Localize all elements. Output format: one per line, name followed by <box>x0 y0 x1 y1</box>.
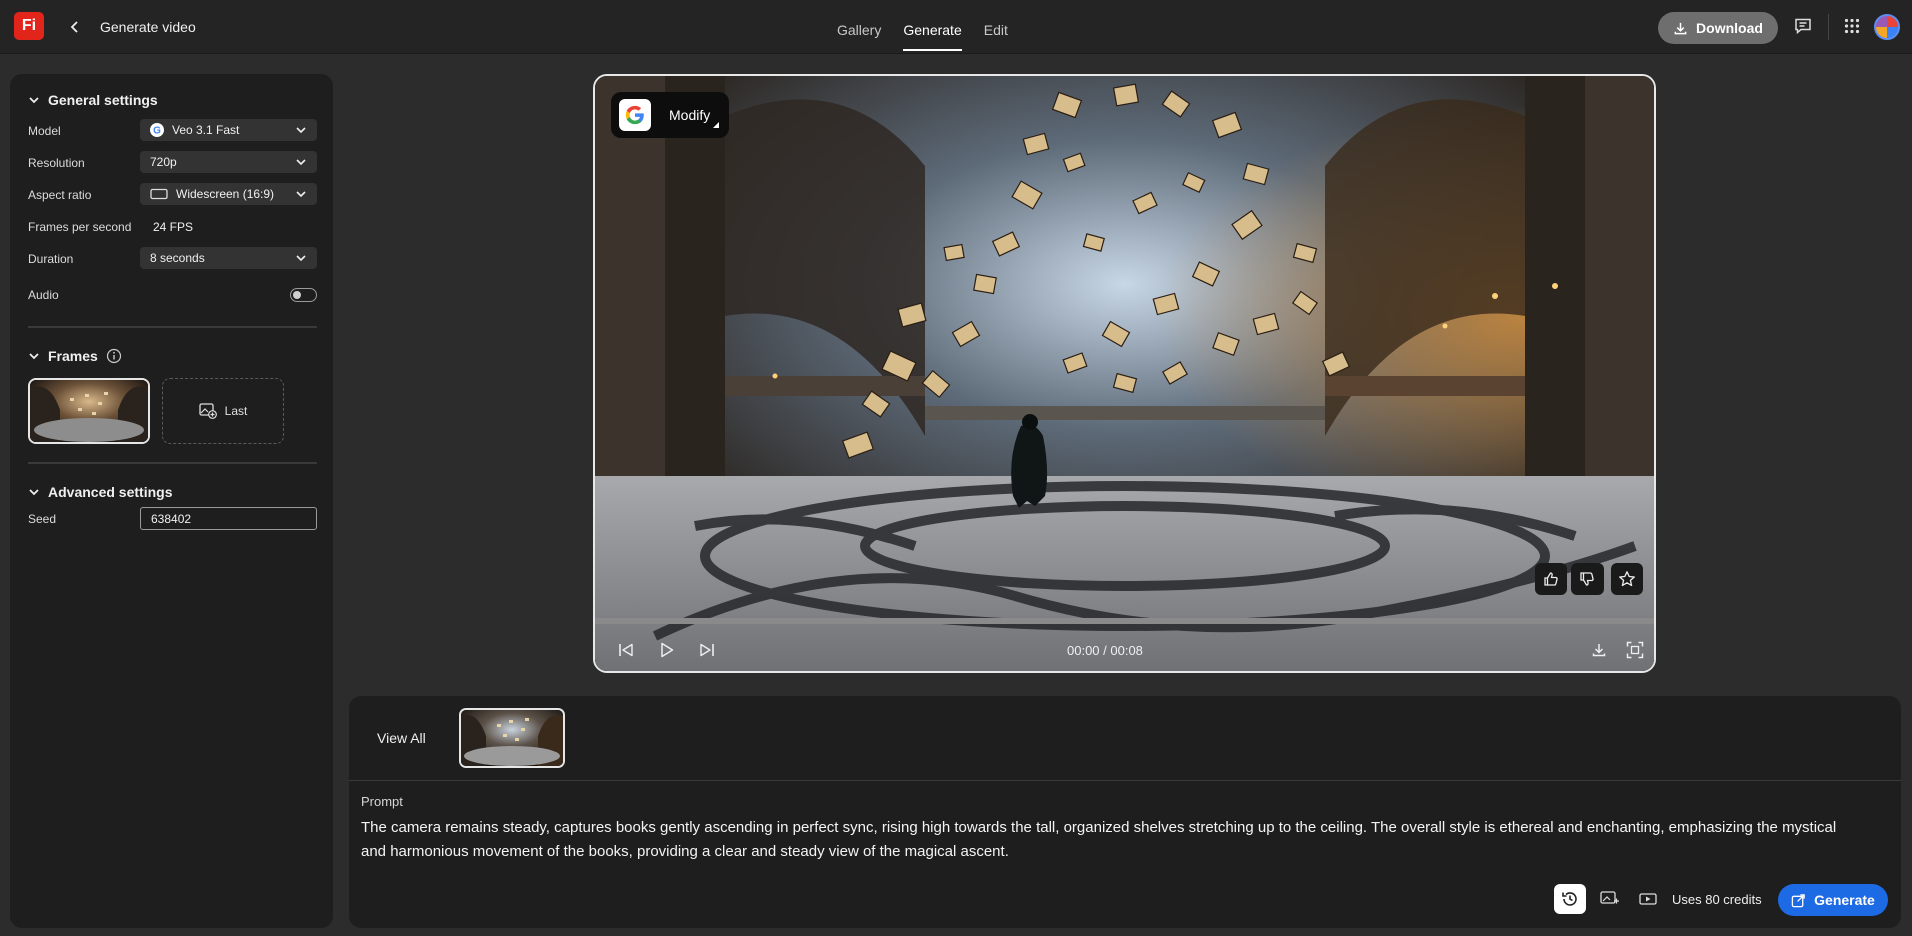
prompt-panel: View All Prompt The camera remains stead… <box>349 696 1901 928</box>
general-settings-heading: General settings <box>48 92 158 108</box>
last-frame-label: Last <box>224 404 248 418</box>
duration-select[interactable]: 8 seconds <box>140 247 317 269</box>
seed-label: Seed <box>28 512 57 526</box>
duration-value: 8 seconds <box>150 251 205 265</box>
audio-toggle[interactable] <box>290 288 317 302</box>
modify-button[interactable]: Modify <box>611 92 729 138</box>
google-icon <box>619 99 651 131</box>
image-settings-icon[interactable] <box>1599 888 1621 910</box>
panel-divider <box>349 780 1901 781</box>
video-icon[interactable] <box>1637 888 1659 910</box>
page-title: Generate video <box>100 19 196 35</box>
advanced-settings-header[interactable]: Advanced settings <box>28 484 172 500</box>
view-all-button[interactable]: View All <box>377 730 426 746</box>
first-frame-thumbnail[interactable] <box>28 378 150 444</box>
download-button[interactable]: Download <box>1658 12 1778 44</box>
frames-heading: Frames <box>48 348 98 364</box>
video-player[interactable]: Modify 00:00 / 00:08 <box>593 74 1656 673</box>
tab-edit[interactable]: Edit <box>984 0 1008 54</box>
chevron-down-icon <box>296 127 306 134</box>
chevron-down-icon <box>296 255 306 262</box>
resolution-value: 720p <box>150 155 177 169</box>
prompt-label: Prompt <box>361 794 403 809</box>
duration-label: Duration <box>28 252 74 266</box>
app-logo[interactable]: Fi <box>14 12 44 40</box>
generate-button[interactable]: Generate <box>1778 884 1888 916</box>
general-settings-header[interactable]: General settings <box>28 92 158 108</box>
toolbar-divider <box>1828 14 1829 40</box>
chevron-down-icon <box>29 97 39 104</box>
skip-forward-icon[interactable] <box>696 639 718 661</box>
chevron-down-icon <box>29 353 39 360</box>
chevron-down-icon <box>29 489 39 496</box>
download-icon[interactable] <box>1588 639 1610 661</box>
model-label: Model <box>28 124 61 138</box>
star-icon[interactable] <box>1610 563 1643 595</box>
last-frame-slot[interactable]: Last <box>162 378 284 444</box>
aspect-ratio-value: Widescreen (16:9) <box>176 187 275 201</box>
thumbs-down-icon[interactable] <box>1571 563 1604 595</box>
rating-group <box>1535 563 1643 595</box>
fps-value: 24 FPS <box>153 220 194 234</box>
avatar[interactable] <box>1874 14 1900 40</box>
generated-video-thumbnail[interactable] <box>459 708 565 768</box>
credits-cost: Uses 80 credits <box>1672 892 1762 907</box>
tab-gallery[interactable]: Gallery <box>837 0 881 54</box>
thumbs-up-icon[interactable] <box>1535 563 1568 595</box>
section-divider <box>28 326 317 328</box>
play-icon[interactable] <box>656 639 678 661</box>
chat-icon[interactable] <box>1792 15 1814 37</box>
google-icon: G <box>150 123 164 137</box>
advanced-settings-heading: Advanced settings <box>48 484 173 500</box>
resolution-label: Resolution <box>28 156 85 170</box>
resolution-select[interactable]: 720p <box>140 151 317 173</box>
seed-input[interactable] <box>140 507 317 530</box>
history-icon[interactable] <box>1554 884 1586 914</box>
download-icon <box>1674 22 1687 34</box>
aspect-ratio-label: Aspect ratio <box>28 188 92 202</box>
main-tabs: Gallery Generate Edit <box>826 0 1019 54</box>
settings-panel: General settings Model G Veo 3.1 Fast Re… <box>10 74 333 928</box>
download-label: Download <box>1696 20 1763 36</box>
fps-label: Frames per second <box>28 220 132 234</box>
section-divider <box>28 462 317 464</box>
aspect-ratio-select[interactable]: Widescreen (16:9) <box>140 183 317 205</box>
chevron-down-icon <box>296 191 306 198</box>
tab-generate[interactable]: Generate <box>903 0 963 54</box>
video-frame <box>595 76 1654 671</box>
corner-indicator-icon <box>713 122 719 128</box>
generate-label: Generate <box>1814 892 1875 908</box>
frames-header[interactable]: Frames <box>28 348 122 364</box>
svg-text:G: G <box>153 126 161 137</box>
audio-label: Audio <box>28 288 59 302</box>
model-select[interactable]: G Veo 3.1 Fast <box>140 119 317 141</box>
apps-grid-icon[interactable] <box>1841 15 1863 37</box>
info-icon[interactable] <box>106 348 122 364</box>
generate-icon <box>1791 893 1805 907</box>
add-image-icon <box>199 403 217 419</box>
video-progress-bar[interactable] <box>595 618 1654 624</box>
chevron-left-icon <box>70 21 78 33</box>
video-timecode: 00:00 / 00:08 <box>1067 643 1143 658</box>
fullscreen-icon[interactable] <box>1624 639 1646 661</box>
model-value: Veo 3.1 Fast <box>172 123 240 137</box>
skip-back-icon[interactable] <box>615 639 637 661</box>
modify-label: Modify <box>669 107 711 123</box>
top-bar: Fi Generate video Gallery Generate Edit … <box>0 0 1912 54</box>
prompt-textarea[interactable]: The camera remains steady, captures book… <box>361 816 1861 864</box>
chevron-down-icon <box>296 159 306 166</box>
widescreen-icon <box>150 188 168 200</box>
back-button[interactable] <box>64 16 86 38</box>
